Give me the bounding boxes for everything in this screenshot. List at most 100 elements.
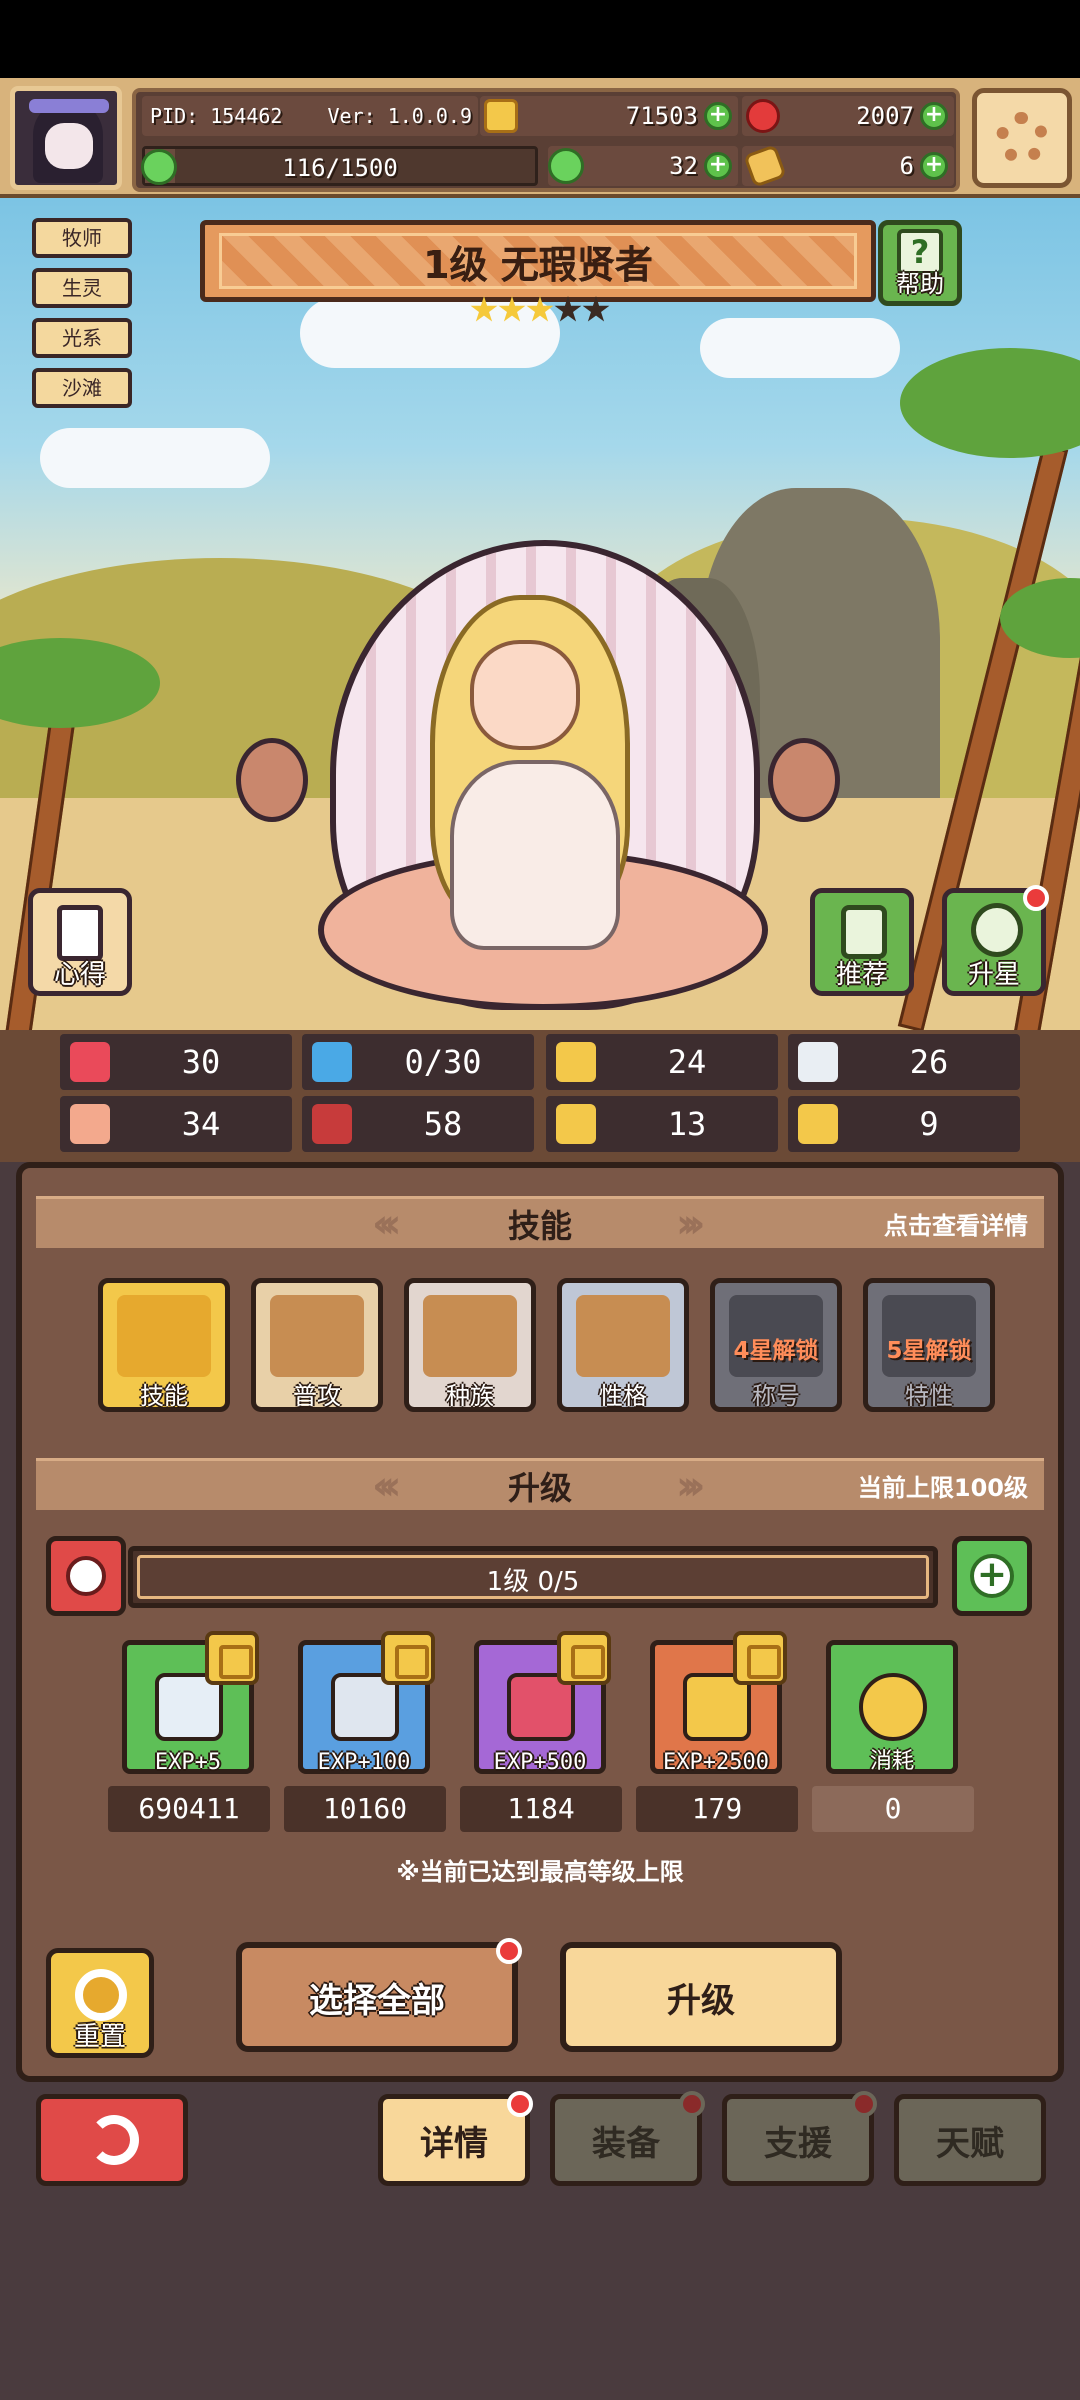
exp-amount-label: EXP+5 [154, 1750, 222, 1775]
coin-badge-icon [557, 1631, 611, 1685]
energy-bar: 116/1500 [141, 146, 538, 186]
tag-class: 牧师 [32, 218, 132, 258]
level-cap-note: 当前上限100级 [857, 1474, 1028, 1502]
level-down-button[interactable] [46, 1536, 126, 1616]
player-pid: PID: 154462 [150, 104, 283, 128]
plus-icon: + [970, 1554, 1014, 1598]
add-gem-button[interactable]: + [920, 102, 948, 130]
gear-icon [996, 112, 1048, 164]
reset-icon [75, 1969, 127, 2021]
tag-terrain: 沙滩 [32, 368, 132, 408]
hero-title-banner: 1级 无瑕贤者 [200, 220, 876, 302]
thumbs-up-icon [841, 905, 887, 959]
item-count: 10160 [284, 1786, 446, 1832]
skill-slot[interactable]: 技能 [98, 1278, 230, 1412]
recommend-label: 推荐 [835, 960, 888, 990]
horseshoe-icon [798, 1104, 838, 1144]
tab-talent[interactable]: 天赋 [894, 2094, 1046, 2186]
upgrade-section-header: ‹‹‹ 升级 ››› 当前上限100级 [36, 1458, 1044, 1510]
skill-emblem-icon [270, 1295, 364, 1377]
recommend-button[interactable]: 推荐 [810, 888, 914, 996]
hero-title: 1级 无瑕贤者 [423, 242, 653, 287]
skill-slot[interactable]: 普攻 [251, 1278, 383, 1412]
exp-amount-label: EXP+2500 [663, 1750, 769, 1775]
skills-section-title: 技能 [507, 1206, 572, 1245]
shell-coin-left [236, 738, 308, 822]
insight-button[interactable]: 心得 [28, 888, 132, 996]
tab-support[interactable]: 支援 [722, 2091, 877, 2186]
stat-value: 9 [919, 1105, 939, 1143]
return-arrow-icon [89, 2115, 139, 2165]
select-all-notification-dot [496, 1938, 522, 1964]
skill-slot[interactable]: 5星解锁 特性 [863, 1278, 995, 1412]
level-up-plus-button[interactable]: + [952, 1536, 1032, 1616]
stat-value: 58 [423, 1105, 463, 1143]
unlock-requirement: 4星解锁 [733, 1338, 819, 1364]
tab-equipment-label: 装备 [592, 2123, 660, 2164]
stat-value: 24 [667, 1043, 707, 1081]
fist-icon [70, 1104, 110, 1144]
item-count: 179 [636, 1786, 798, 1832]
tab-details-label: 详情 [420, 2123, 488, 2164]
exp-amount-label: EXP+500 [493, 1750, 587, 1775]
tab-details[interactable]: 详情 [378, 2091, 533, 2186]
reset-button[interactable]: 重置 [46, 1948, 154, 2058]
exp-item[interactable]: EXP+500 [474, 1631, 611, 1775]
clover-icon [548, 148, 584, 184]
skills-detail-hint[interactable]: 点击查看详情 [884, 1206, 1028, 1241]
gold-coin-icon [484, 99, 518, 133]
skill-label: 性格 [599, 1382, 647, 1410]
exp-amount-label: EXP+100 [317, 1750, 411, 1775]
upgrade-section-title: 升级 [507, 1468, 572, 1507]
star-up-button[interactable]: 升星 [942, 885, 1049, 996]
tag-race: 生灵 [32, 268, 132, 308]
boot-icon [556, 1104, 596, 1144]
upgrade-button[interactable]: 升级 [560, 1942, 842, 2052]
settings-button[interactable] [972, 88, 1072, 188]
exp-item[interactable]: EXP+2500 [650, 1631, 787, 1775]
equipment-notification-dot [679, 2091, 705, 2117]
skill-slot[interactable]: 种族 [404, 1278, 536, 1412]
gem-amount: 2007 [856, 102, 914, 130]
add-bottle-button[interactable]: + [920, 152, 948, 180]
hero-body[interactable] [450, 760, 620, 950]
wing-icon [798, 1042, 838, 1082]
level-progress-bar: 1级 0/5 [128, 1546, 938, 1608]
player-avatar[interactable] [10, 86, 122, 190]
exp-item[interactable]: EXP+5 [122, 1631, 259, 1775]
scroll-icon [57, 905, 103, 961]
shell-coin-right [768, 738, 840, 822]
stat-value: 26 [909, 1043, 949, 1081]
upgrade-label: 升级 [667, 1980, 735, 2021]
skill-slot[interactable]: 性格 [557, 1278, 689, 1412]
exp-item[interactable]: 消耗 [826, 1640, 958, 1774]
skill-label: 种族 [446, 1382, 494, 1410]
stat-boot: 13 [546, 1096, 778, 1152]
select-all-button[interactable]: 选择全部 [236, 1938, 522, 2052]
stat-value: 13 [667, 1105, 707, 1143]
insight-label: 心得 [53, 960, 106, 990]
tab-support-label: 支援 [764, 2123, 832, 2164]
book-icon [312, 1104, 352, 1144]
stat-shield: 24 [546, 1034, 778, 1090]
details-notification-dot [507, 2091, 533, 2117]
tab-equipment[interactable]: 装备 [550, 2091, 705, 2186]
back-button[interactable] [36, 2094, 188, 2186]
skill-emblem-icon [423, 1295, 517, 1377]
skill-label: 称号 [752, 1382, 800, 1410]
select-all-label: 选择全部 [309, 1980, 445, 2021]
skill-label: 普攻 [293, 1382, 341, 1410]
add-clover-button[interactable]: + [704, 152, 732, 180]
item-count: 0 [812, 1786, 974, 1832]
stat-value: 34 [181, 1105, 221, 1143]
bottle-icon [743, 144, 787, 188]
hero-face[interactable] [470, 640, 580, 750]
skill-slot[interactable]: 4星解锁称号 [710, 1278, 842, 1412]
coin-badge-icon [381, 1631, 435, 1685]
add-gold-button[interactable]: + [704, 102, 732, 130]
energy-value: 116/1500 [282, 154, 398, 182]
exp-item[interactable]: EXP+100 [298, 1631, 435, 1775]
tab-talent-label: 天赋 [936, 2123, 1004, 2164]
stat-book: 58 [302, 1096, 534, 1152]
help-button[interactable]: ? 帮助 [878, 220, 962, 306]
